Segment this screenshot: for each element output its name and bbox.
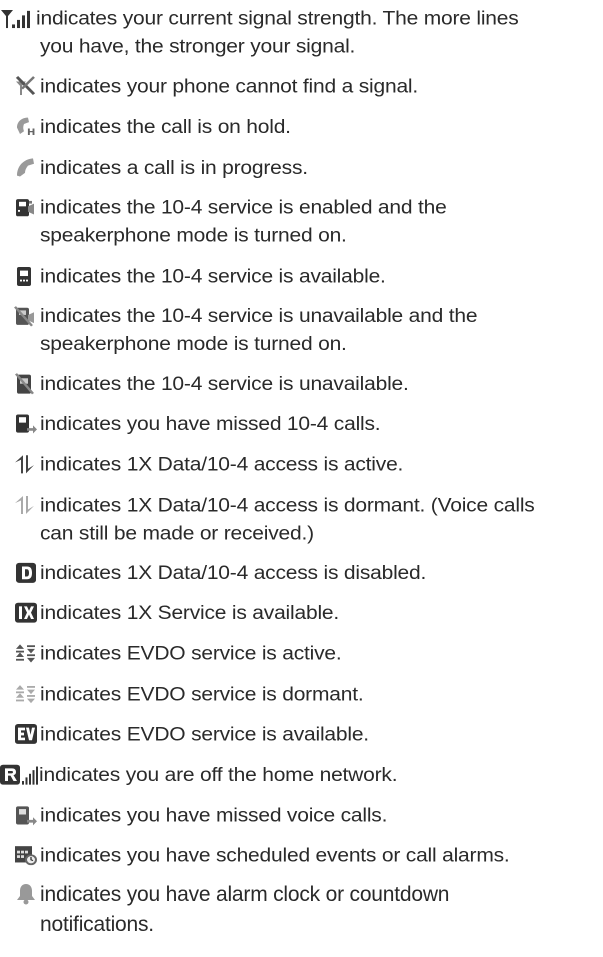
- scheduled-events-icon: [14, 843, 38, 867]
- item-line-2: can still be made or received.): [40, 523, 314, 544]
- item-text: indicates EVDO service is active.: [40, 643, 342, 665]
- item-line-2: speakerphone mode is turned on.: [40, 333, 347, 355]
- data-dormant-icon: [14, 493, 38, 517]
- item-line-1: indicates your current signal strength. …: [36, 8, 519, 29]
- ten-four-available-icon: [14, 264, 38, 288]
- item-text: indicates a call is in progress.: [40, 157, 308, 179]
- item-text: indicates 1X Data/10-4 access is disable…: [40, 562, 427, 584]
- one-x-service-icon: [14, 601, 38, 625]
- item-line-1: indicates you have alarm clock or countd…: [40, 883, 450, 906]
- item-text: indicates the 10-4 service is unavailabl…: [40, 373, 409, 395]
- item-text: indicates 1X Service is available.: [40, 602, 340, 624]
- svg-text:H: H: [27, 127, 35, 137]
- data-active-icon: [14, 453, 38, 477]
- item-text: indicates your phone cannot find a signa…: [40, 76, 419, 97]
- call-in-progress-icon: [14, 156, 38, 180]
- missed-ten-four-calls-icon: [14, 412, 38, 436]
- evdo-active-icon: [14, 642, 38, 666]
- signal-strength-icon: [0, 6, 38, 30]
- item-text: indicates you have missed voice calls.: [40, 805, 388, 827]
- item-line-1: indicates 1X Data/10-4 access is dormant…: [40, 495, 535, 516]
- ten-four-speakerphone-icon: [14, 195, 38, 219]
- ten-four-unavailable-speakerphone-icon: [14, 304, 38, 328]
- item-line-2: speakerphone mode is turned on.: [40, 225, 347, 247]
- item-text: indicates you are off the home network.: [39, 764, 398, 786]
- call-on-hold-icon: H: [14, 115, 38, 139]
- item-text: indicates the 10-4 service is available.: [40, 266, 386, 287]
- no-signal-icon: [14, 74, 38, 98]
- ten-four-unavailable-icon: [14, 372, 38, 396]
- item-line-2: notifications.: [40, 913, 154, 936]
- item-text: indicates you have missed 10-4 calls.: [40, 413, 381, 435]
- evdo-available-icon: [14, 722, 38, 746]
- item-text: indicates EVDO service is dormant.: [40, 684, 364, 705]
- item-line-1: indicates the 10-4 service is enabled an…: [40, 197, 447, 219]
- data-disabled-icon: [14, 561, 38, 585]
- missed-voice-calls-icon: [14, 804, 38, 828]
- item-text: indicates the call is on hold.: [40, 116, 291, 138]
- item-text: indicates EVDO service is available.: [40, 724, 369, 745]
- alarm-notification-icon: [14, 881, 38, 907]
- item-line-1: indicates the 10-4 service is unavailabl…: [40, 305, 478, 327]
- item-line-2: you have, the stronger your signal.: [40, 36, 356, 58]
- item-text: indicates 1X Data/10-4 access is active.: [40, 454, 404, 476]
- item-text: indicates you have scheduled events or c…: [40, 845, 510, 867]
- evdo-dormant-icon: [14, 682, 38, 706]
- roaming-icon: [0, 763, 40, 787]
